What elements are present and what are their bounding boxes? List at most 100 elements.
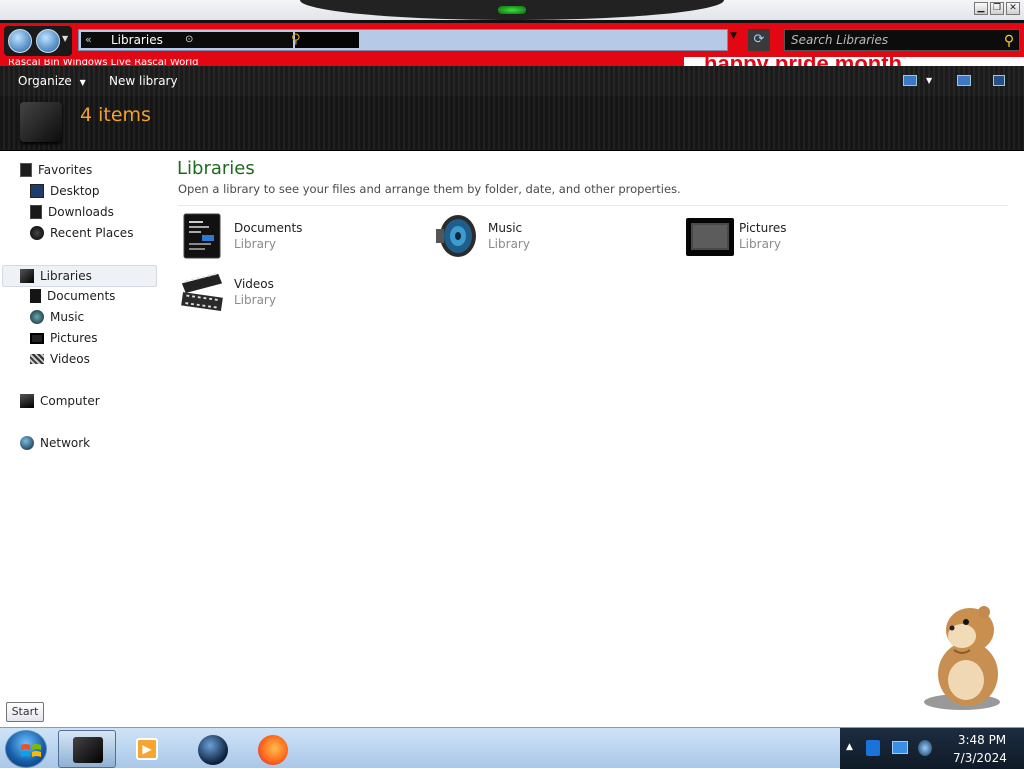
documents-icon <box>183 213 221 259</box>
command-bar: Organize ▼ New library ▼ <box>0 66 1024 96</box>
library-name: Music <box>488 221 523 235</box>
forward-button[interactable] <box>36 29 60 53</box>
back-button[interactable] <box>8 29 32 53</box>
library-type: Library <box>739 237 781 251</box>
organize-button[interactable]: Organize ▼ <box>18 74 86 88</box>
nav-item-desktop[interactable]: Desktop <box>30 181 100 201</box>
favorites-icon <box>20 163 32 177</box>
view-dropdown-icon[interactable]: ▼ <box>926 76 932 85</box>
details-header: 4 items <box>0 96 1024 151</box>
libraries-icon <box>20 269 34 283</box>
nav-item-label: Downloads <box>48 205 114 219</box>
downloads-icon <box>30 205 42 219</box>
globe-icon <box>198 735 228 765</box>
hamster-mascot-image[interactable] <box>918 604 1008 712</box>
breadcrumb[interactable]: « Libraries ⊙ <box>81 32 293 48</box>
new-library-button[interactable]: New library <box>109 74 178 88</box>
history-dropdown-icon[interactable]: ▼ <box>62 34 68 43</box>
start-tooltip: Start <box>6 702 44 722</box>
recent-places-icon <box>30 226 44 240</box>
address-redaction <box>295 32 359 48</box>
library-name: Videos <box>234 277 274 291</box>
nav-computer-label: Computer <box>40 394 100 408</box>
nav-favorites[interactable]: Favorites <box>20 160 92 180</box>
close-button[interactable]: ✕ <box>1006 2 1020 15</box>
nav-buttons: ▼ <box>4 26 72 56</box>
nav-item-music[interactable]: Music <box>30 307 84 327</box>
taskbar-explorer-button[interactable] <box>58 730 116 768</box>
breadcrumb-prefix-icon: « <box>85 33 92 46</box>
breadcrumb-arrow-icon[interactable]: ⊙ <box>185 32 193 48</box>
help-icon[interactable] <box>993 75 1005 86</box>
taskbar-globe-button[interactable] <box>184 730 242 768</box>
item-count: 4 items <box>80 104 151 126</box>
organize-label: Organize <box>18 74 72 88</box>
music-speaker-icon <box>436 215 476 257</box>
taskbar-firefox-button[interactable] <box>244 730 302 768</box>
taskbar-media-player-button[interactable]: ▶ <box>120 730 178 768</box>
nav-item-label: Videos <box>50 352 90 366</box>
computer-icon <box>20 394 34 408</box>
nav-libraries[interactable]: Libraries <box>20 266 92 286</box>
show-hidden-icons-icon[interactable]: ▲ <box>846 742 853 752</box>
network-globe-icon <box>20 436 34 450</box>
nav-computer[interactable]: Computer <box>20 391 100 411</box>
maximize-button[interactable]: ❐ <box>990 2 1004 15</box>
libraries-large-icon <box>20 102 62 142</box>
address-field[interactable]: « Libraries ⊙ ⚲ <box>78 29 728 51</box>
tray-app-icon[interactable] <box>866 740 880 756</box>
nav-item-pictures[interactable]: Pictures <box>30 328 98 348</box>
change-view-icon[interactable] <box>903 75 917 86</box>
network-status-icon[interactable] <box>892 741 908 754</box>
nav-libraries-label: Libraries <box>40 269 92 283</box>
clock-time[interactable]: 3:48 PM <box>952 733 1012 747</box>
nav-item-label: Recent Places <box>50 226 134 240</box>
minimize-button[interactable]: ▁ <box>974 2 988 15</box>
address-bar: ▼ « Libraries ⊙ ⚲ ▼ ⟳ Search Libraries ⚲… <box>0 20 1024 69</box>
nav-network-label: Network <box>40 436 91 450</box>
system-tray: ▲ 3:48 PM 7/3/2024 <box>840 728 1024 769</box>
nav-item-label: Documents <box>47 289 116 303</box>
volume-icon[interactable] <box>918 740 932 756</box>
windows-logo-icon <box>21 744 41 757</box>
preview-pane-icon[interactable] <box>957 75 971 86</box>
chevron-down-icon: ▼ <box>79 78 86 87</box>
nav-item-documents[interactable]: Documents <box>30 286 115 306</box>
library-tile-pictures[interactable]: Pictures Library <box>685 213 925 263</box>
search-icon[interactable]: ⚲ <box>1001 33 1017 49</box>
media-player-icon: ▶ <box>136 738 158 760</box>
search-placeholder: Search Libraries <box>791 33 889 47</box>
library-type: Library <box>234 237 276 251</box>
library-tile-videos[interactable]: Videos Library <box>180 269 420 319</box>
address-dropdown-icon[interactable]: ▼ <box>730 31 744 45</box>
nav-item-label: Music <box>50 310 85 324</box>
divider <box>178 205 1008 206</box>
address-search-icon: ⚲ <box>291 32 301 47</box>
start-button[interactable] <box>5 730 47 768</box>
nav-item-recent-places[interactable]: Recent Places <box>30 223 133 243</box>
nav-favorites-label: Favorites <box>38 163 93 177</box>
firefox-icon <box>258 735 288 765</box>
film-reel-icon <box>181 272 223 311</box>
nav-item-label: Pictures <box>50 331 98 345</box>
search-input[interactable]: Search Libraries ⚲ <box>784 29 1020 51</box>
documents-icon <box>30 289 41 303</box>
library-tile-music[interactable]: Music Library <box>434 213 674 263</box>
explorer-icon <box>73 737 103 763</box>
library-tile-documents[interactable]: Documents Library <box>180 213 420 263</box>
music-speaker-icon <box>30 310 44 324</box>
refresh-button[interactable]: ⟳ <box>748 29 770 51</box>
library-type: Library <box>488 237 530 251</box>
clock-date[interactable]: 7/3/2024 <box>948 751 1012 765</box>
desktop-icon <box>30 184 44 198</box>
nav-network[interactable]: Network <box>20 433 90 453</box>
navigation-pane: Favorites Desktop Downloads Recent Place… <box>0 151 166 727</box>
library-name: Documents <box>234 221 303 235</box>
nav-item-downloads[interactable]: Downloads <box>30 202 114 222</box>
nav-item-label: Desktop <box>50 184 100 198</box>
notch-light-icon <box>498 6 526 14</box>
nav-item-videos[interactable]: Videos <box>30 349 90 369</box>
content-area: Libraries Open a library to see your fil… <box>166 151 1024 727</box>
title-bar: ▁ ❐ ✕ <box>0 0 1024 20</box>
breadcrumb-libraries[interactable]: Libraries <box>97 33 163 47</box>
